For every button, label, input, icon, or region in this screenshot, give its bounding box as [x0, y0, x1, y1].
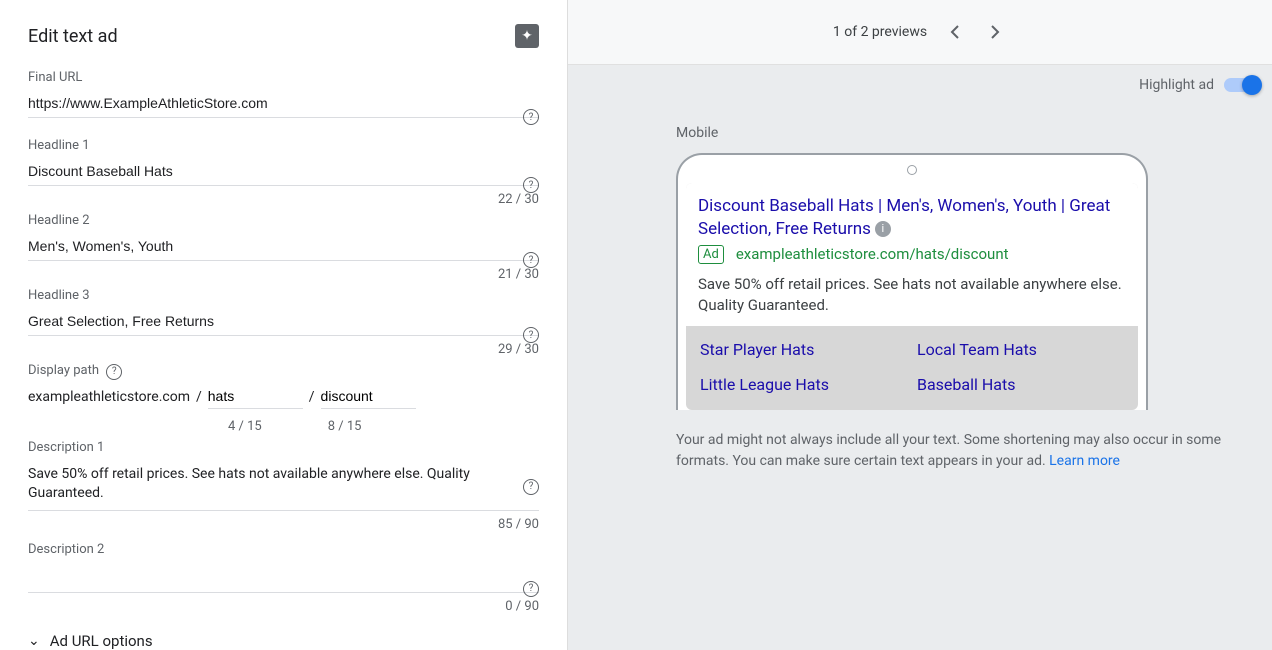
- help-icon[interactable]: ?: [523, 252, 539, 268]
- description1-counter: 85 / 90: [28, 517, 539, 532]
- info-icon[interactable]: i: [875, 221, 891, 237]
- description2-input[interactable]: [28, 563, 539, 594]
- path1-counter: 4 / 15: [228, 419, 262, 434]
- next-preview-button[interactable]: [983, 20, 1007, 44]
- display-path-label: Display path ?: [28, 363, 539, 380]
- chevron-down-icon: ⌄: [28, 633, 40, 649]
- path1-input[interactable]: [208, 386, 303, 409]
- help-icon[interactable]: ?: [106, 364, 122, 380]
- disclaimer: Your ad might not always include all you…: [676, 430, 1242, 472]
- help-icon[interactable]: ?: [523, 327, 539, 343]
- highlight-label: Highlight ad: [1139, 77, 1214, 93]
- ad-display-url: exampleathleticstore.com/hats/discount: [736, 245, 1009, 263]
- headline3-label: Headline 3: [28, 288, 539, 303]
- headline2-label: Headline 2: [28, 213, 539, 228]
- mobile-label: Mobile: [676, 125, 1242, 141]
- headline2-input[interactable]: [28, 234, 539, 261]
- highlight-toggle[interactable]: [1224, 78, 1258, 92]
- learn-more-link[interactable]: Learn more: [1049, 453, 1120, 469]
- prev-preview-button[interactable]: [943, 20, 967, 44]
- headline3-input[interactable]: [28, 309, 539, 336]
- preview-panel: 1 of 2 previews Highlight ad Mobile Disc…: [568, 0, 1272, 650]
- ad-badge: Ad: [698, 245, 724, 264]
- phone-speaker-icon: [907, 165, 917, 175]
- help-icon[interactable]: ?: [523, 109, 539, 125]
- headline1-input[interactable]: [28, 159, 539, 186]
- path2-counter: 8 / 15: [328, 419, 362, 434]
- final-url-input[interactable]: [28, 91, 539, 118]
- ad-description: Save 50% off retail prices. See hats not…: [698, 274, 1126, 316]
- display-path-base: exampleathleticstore.com: [28, 389, 190, 405]
- final-url-label: Final URL: [28, 70, 539, 85]
- ad-url-options-expander[interactable]: ⌄ Ad URL options: [28, 632, 539, 650]
- description1-input[interactable]: [28, 461, 539, 511]
- sitelink[interactable]: Little League Hats: [700, 375, 907, 394]
- sparkle-icon[interactable]: ✦: [515, 24, 539, 48]
- help-icon[interactable]: ?: [523, 177, 539, 193]
- sitelink[interactable]: Baseball Hats: [917, 375, 1124, 394]
- path2-input[interactable]: [321, 386, 416, 409]
- headline1-label: Headline 1: [28, 138, 539, 153]
- headline1-counter: 22 / 30: [28, 192, 539, 207]
- help-icon[interactable]: ?: [523, 581, 539, 597]
- phone-frame: Discount Baseball Hats | Men's, Women's,…: [676, 153, 1148, 410]
- sitelink[interactable]: Star Player Hats: [700, 340, 907, 359]
- description1-label: Description 1: [28, 440, 539, 455]
- headline3-counter: 29 / 30: [28, 342, 539, 357]
- headline2-counter: 21 / 30: [28, 267, 539, 282]
- sitelink[interactable]: Local Team Hats: [917, 340, 1124, 359]
- help-icon[interactable]: ?: [523, 479, 539, 495]
- ad-headline: Discount Baseball Hats | Men's, Women's,…: [698, 195, 1126, 241]
- description2-counter: 0 / 90: [28, 599, 539, 614]
- preview-counter: 1 of 2 previews: [833, 24, 927, 40]
- panel-title: Edit text ad: [28, 26, 118, 47]
- editor-panel: Edit text ad ✦ Final URL ? Headline 1 ? …: [0, 0, 568, 650]
- ad-card: Discount Baseball Hats | Men's, Women's,…: [686, 183, 1138, 410]
- description2-label: Description 2: [28, 542, 539, 557]
